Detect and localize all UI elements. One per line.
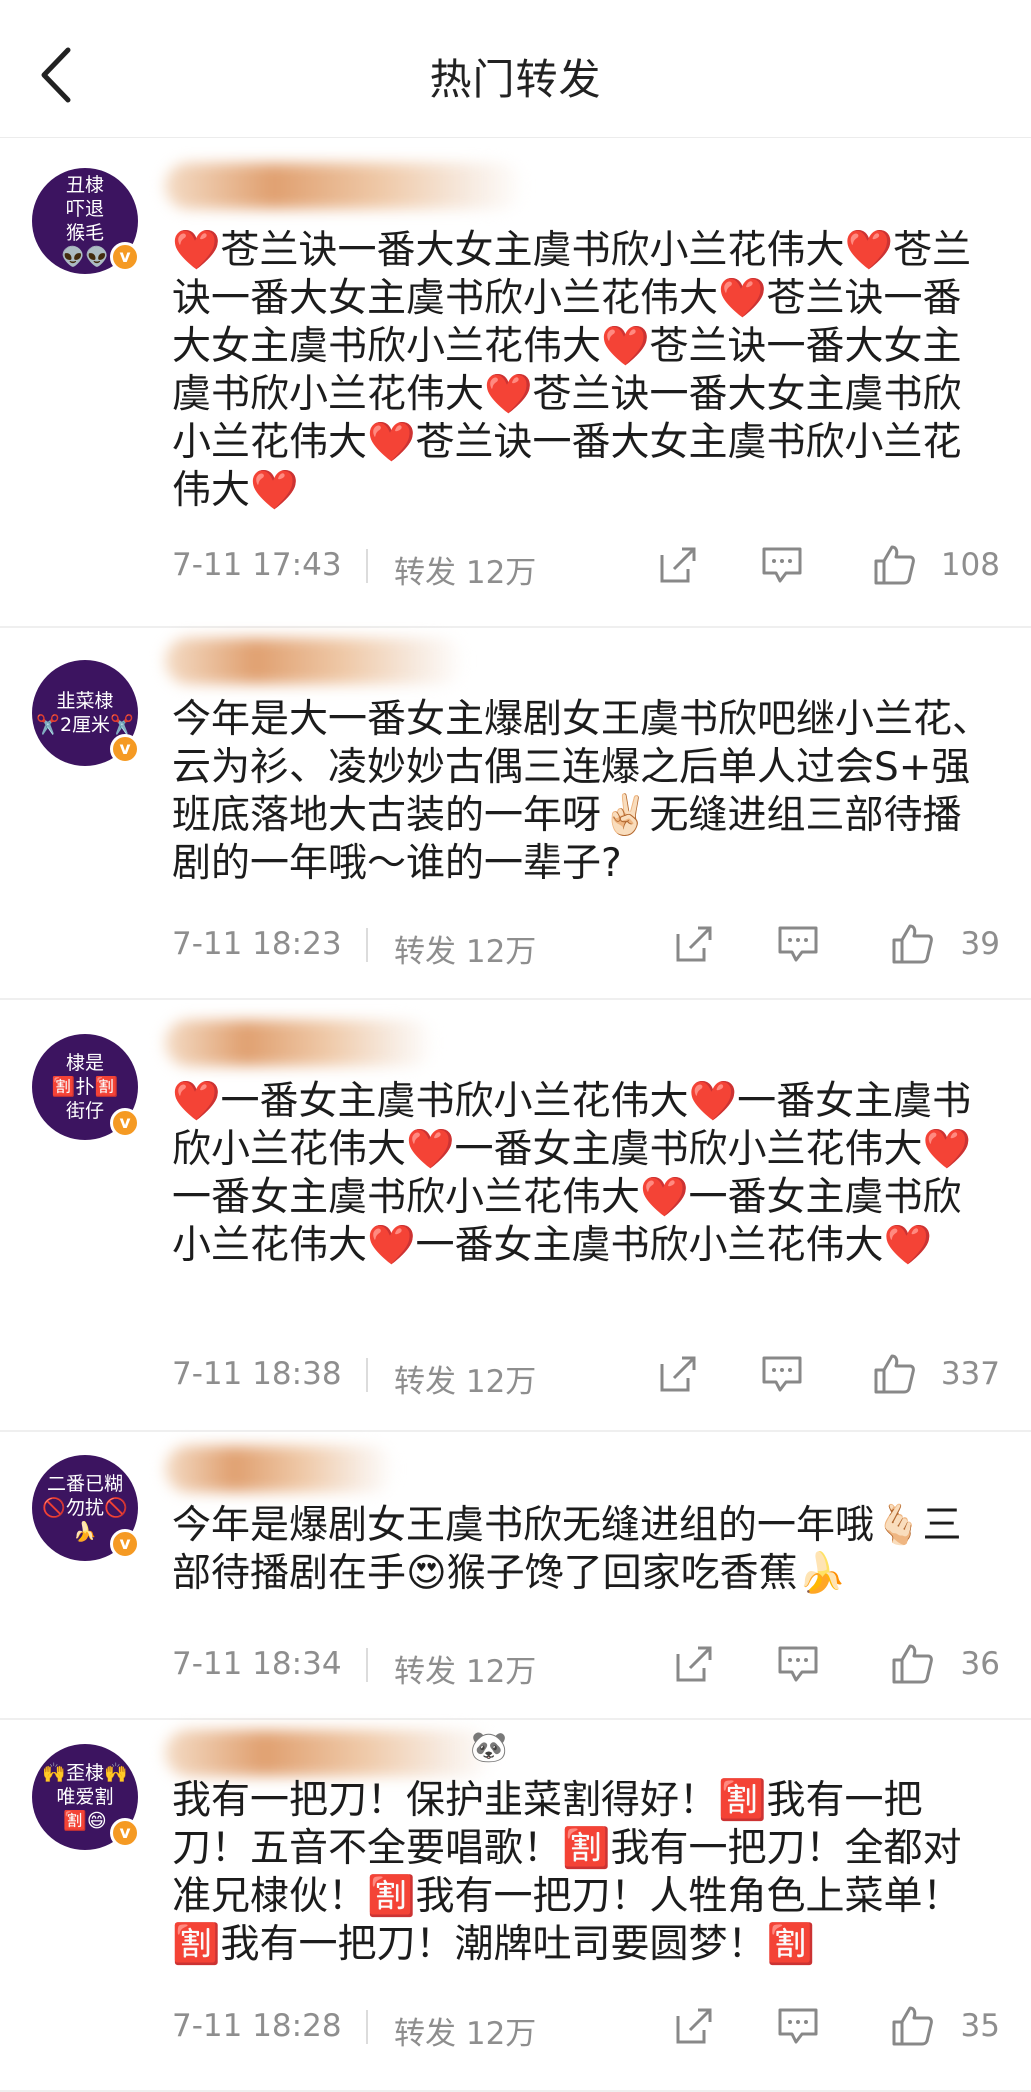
- divider: [366, 928, 368, 962]
- share-icon[interactable]: [656, 543, 700, 587]
- thumbs-up-icon[interactable]: [872, 1352, 916, 1396]
- comment-icon[interactable]: [776, 2004, 820, 2048]
- repost-item: 棣是 🈹扑🈹 街仔 v ❤️一番女主虞书欣小兰花伟大❤️一番女主虞书欣小兰花伟大…: [0, 1000, 1031, 1432]
- avatar-text-line: 🍌: [73, 1521, 97, 1543]
- username-redacted[interactable]: [165, 638, 465, 684]
- post-time: 7-11 18:28: [172, 2008, 342, 2044]
- verified-badge-icon: v: [110, 242, 140, 272]
- thumbs-up-icon[interactable]: [872, 543, 916, 587]
- page-title: 热门转发: [429, 55, 602, 104]
- post-time: 7-11 18:38: [172, 1356, 342, 1392]
- avatar[interactable]: 韭菜棣 ✂️2厘米✂️ v: [32, 660, 140, 766]
- verified-badge-icon: v: [110, 1818, 140, 1848]
- verified-badge-icon: v: [110, 1108, 140, 1138]
- comment-icon[interactable]: [760, 543, 804, 587]
- username-redacted[interactable]: [165, 1730, 495, 1776]
- avatar-text-line: 🚫勿扰🚫: [42, 1497, 128, 1519]
- avatar-text-line: 韭菜棣: [56, 690, 114, 712]
- repost-item: 🙌歪棣🙌 唯爱割 🈹😄 v 🐼 我有一把刀！保护韭菜割得好！🈹我有一把刀！五音不…: [0, 1720, 1031, 2092]
- username-redacted[interactable]: [165, 1020, 435, 1066]
- post-text: 今年是大一番女主爆剧女王虞书欣吧继小兰花、云为衫、凌妙妙古偶三连爆之后单人过会S…: [172, 697, 992, 886]
- repost-item: 丑棣 吓退 猴毛 👽👽 v ❤️苍兰诀一番大女主虞书欣小兰花伟大❤️苍兰诀一番大…: [0, 139, 1031, 628]
- post-text: 我有一把刀！保护韭菜割得好！🈹我有一把刀！五音不全要唱歌！🈹我有一把刀！全都对准…: [172, 1778, 962, 1967]
- like-count: 108: [940, 547, 1000, 583]
- username-redacted[interactable]: [165, 1446, 395, 1492]
- divider: [366, 1358, 368, 1392]
- avatar-text-line: 街仔: [65, 1100, 104, 1122]
- comment-icon[interactable]: [760, 1352, 804, 1396]
- repost-count: 转发 12万: [394, 1364, 537, 1400]
- avatar-text-line: 棣是: [65, 1052, 104, 1074]
- post-meta: 7-11 18:28 转发 12万 35: [172, 2002, 1000, 2052]
- share-icon[interactable]: [672, 1642, 716, 1686]
- comment-icon[interactable]: [776, 922, 820, 966]
- share-icon[interactable]: [656, 1352, 700, 1396]
- post-text: ❤️一番女主虞书欣小兰花伟大❤️一番女主虞书欣小兰花伟大❤️一番女主虞书欣小兰花…: [172, 1079, 972, 1268]
- avatar-text-line: 猴毛: [65, 222, 104, 244]
- verified-badge-icon: v: [110, 1529, 140, 1559]
- avatar[interactable]: 棣是 🈹扑🈹 街仔 v: [32, 1034, 140, 1140]
- divider: [366, 2010, 368, 2044]
- like-count: 39: [960, 926, 1000, 962]
- repost-count: 转发 12万: [394, 2016, 537, 2052]
- avatar[interactable]: 二番已糊 🚫勿扰🚫 🍌 v: [32, 1455, 140, 1561]
- post-text: ❤️苍兰诀一番大女主虞书欣小兰花伟大❤️苍兰诀一番大女主虞书欣小兰花伟大❤️苍兰…: [172, 228, 972, 513]
- post-meta: 7-11 18:34 转发 12万 36: [172, 1640, 1000, 1690]
- avatar-text-line: 唯爱割: [56, 1786, 114, 1808]
- post-meta: 7-11 17:43 转发 12万 108: [172, 541, 1000, 591]
- post-time: 7-11 17:43: [172, 547, 342, 583]
- comment-icon[interactable]: [776, 1642, 820, 1686]
- avatar-text-line: ✂️2厘米✂️: [36, 714, 134, 736]
- avatar[interactable]: 丑棣 吓退 猴毛 👽👽 v: [32, 168, 140, 274]
- verified-badge-icon: v: [110, 734, 140, 764]
- share-icon[interactable]: [672, 2004, 716, 2048]
- avatar-text-line: 🙌歪棣🙌: [42, 1762, 128, 1784]
- repost-count: 转发 12万: [394, 555, 537, 591]
- share-icon[interactable]: [672, 922, 716, 966]
- repost-item: 二番已糊 🚫勿扰🚫 🍌 v 今年是爆剧女王虞书欣无缝进组的一年哦🫰🏻三部待播剧在…: [0, 1432, 1031, 1720]
- avatar-text-line: 🈹扑🈹: [51, 1076, 119, 1098]
- panda-emoji: 🐼: [470, 1730, 508, 1765]
- post-time: 7-11 18:23: [172, 926, 342, 962]
- post-text: 今年是爆剧女王虞书欣无缝进组的一年哦🫰🏻三部待播剧在手😍猴子馋了回家吃香蕉🍌: [172, 1503, 962, 1596]
- avatar-text-line: 👽👽: [61, 246, 109, 268]
- thumbs-up-icon[interactable]: [890, 1642, 934, 1686]
- repost-count: 转发 12万: [394, 934, 537, 970]
- divider: [366, 1648, 368, 1682]
- thumbs-up-icon[interactable]: [890, 2004, 934, 2048]
- repost-count: 转发 12万: [394, 1654, 537, 1690]
- repost-item: 韭菜棣 ✂️2厘米✂️ v 今年是大一番女主爆剧女王虞书欣吧继小兰花、云为衫、凌…: [0, 628, 1031, 1000]
- avatar-text-line: 🈹😄: [63, 1810, 107, 1832]
- avatar-text-line: 丑棣: [65, 174, 104, 196]
- avatar[interactable]: 🙌歪棣🙌 唯爱割 🈹😄 v: [32, 1744, 140, 1850]
- post-meta: 7-11 18:38 转发 12万 337: [172, 1350, 1000, 1400]
- divider: [366, 549, 368, 583]
- post-time: 7-11 18:34: [172, 1646, 342, 1682]
- top-bar: 热门转发: [0, 0, 1031, 138]
- repost-list: 丑棣 吓退 猴毛 👽👽 v ❤️苍兰诀一番大女主虞书欣小兰花伟大❤️苍兰诀一番大…: [0, 139, 1031, 2092]
- like-count: 35: [960, 2008, 1000, 2044]
- like-count: 36: [960, 1646, 1000, 1682]
- username-redacted[interactable]: [165, 163, 525, 209]
- avatar-text-line: 吓退: [65, 198, 104, 220]
- avatar-text-line: 二番已糊: [46, 1473, 123, 1495]
- like-count: 337: [940, 1356, 1000, 1392]
- post-meta: 7-11 18:23 转发 12万 39: [172, 920, 1000, 970]
- thumbs-up-icon[interactable]: [890, 922, 934, 966]
